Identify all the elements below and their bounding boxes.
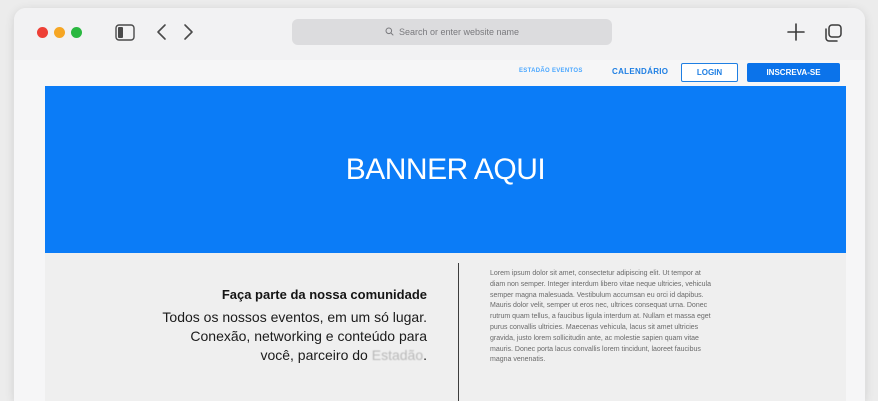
browser-window: Search or enter website name ESTADÃO EVE… [14,8,865,401]
close-window-button[interactable] [37,27,48,38]
content-section: Faça parte da nossa comunidade Todos os … [45,253,846,401]
community-text: Todos os nossos eventos, em um só lugar.… [97,308,427,365]
community-line-3: você, parceiro do Estadão. [97,346,427,365]
search-icon [385,27,394,38]
sidebar-icon[interactable] [115,24,135,41]
lorem-paragraph: Lorem ipsum dolor sit amet, consectetur … [490,270,712,364]
login-button[interactable]: LOGIN [681,63,738,82]
column-divider [458,263,459,401]
community-line-2: Conexão, networking e conteúdo para [190,328,427,344]
nav-link-calendario[interactable]: CALENDÁRIO [612,67,668,76]
address-placeholder: Search or enter website name [398,27,520,37]
brand-name: Estadão [371,347,424,363]
community-line-1: Todos os nossos eventos, em um só lugar. [162,309,427,325]
back-icon[interactable] [154,22,170,42]
community-line-3-prefix: você, parceiro do [260,347,372,363]
tabs-overview-icon[interactable] [822,22,844,44]
community-title: Faça parte da nossa comunidade [221,287,427,302]
new-tab-icon[interactable] [785,21,807,43]
web-page: ESTADÃO EVENTOS CALENDÁRIO LOGIN INSCREV… [14,60,865,401]
address-bar[interactable]: Search or enter website name [292,19,612,45]
browser-toolbar: Search or enter website name [14,8,865,60]
hero-banner: BANNER AQUI [45,86,846,253]
banner-text: BANNER AQUI [345,152,546,186]
community-block: Faça parte da nossa comunidade Todos os … [97,287,427,365]
signup-button[interactable]: INSCREVA-SE [747,63,840,82]
maximize-window-button[interactable] [71,27,82,38]
nav-link-eventos[interactable]: ESTADÃO EVENTOS [519,68,583,74]
forward-icon[interactable] [180,22,196,42]
site-top-nav: ESTADÃO EVENTOS CALENDÁRIO LOGIN INSCREV… [14,60,865,85]
community-line-3-suffix: . [423,347,427,363]
minimize-window-button[interactable] [54,27,65,38]
